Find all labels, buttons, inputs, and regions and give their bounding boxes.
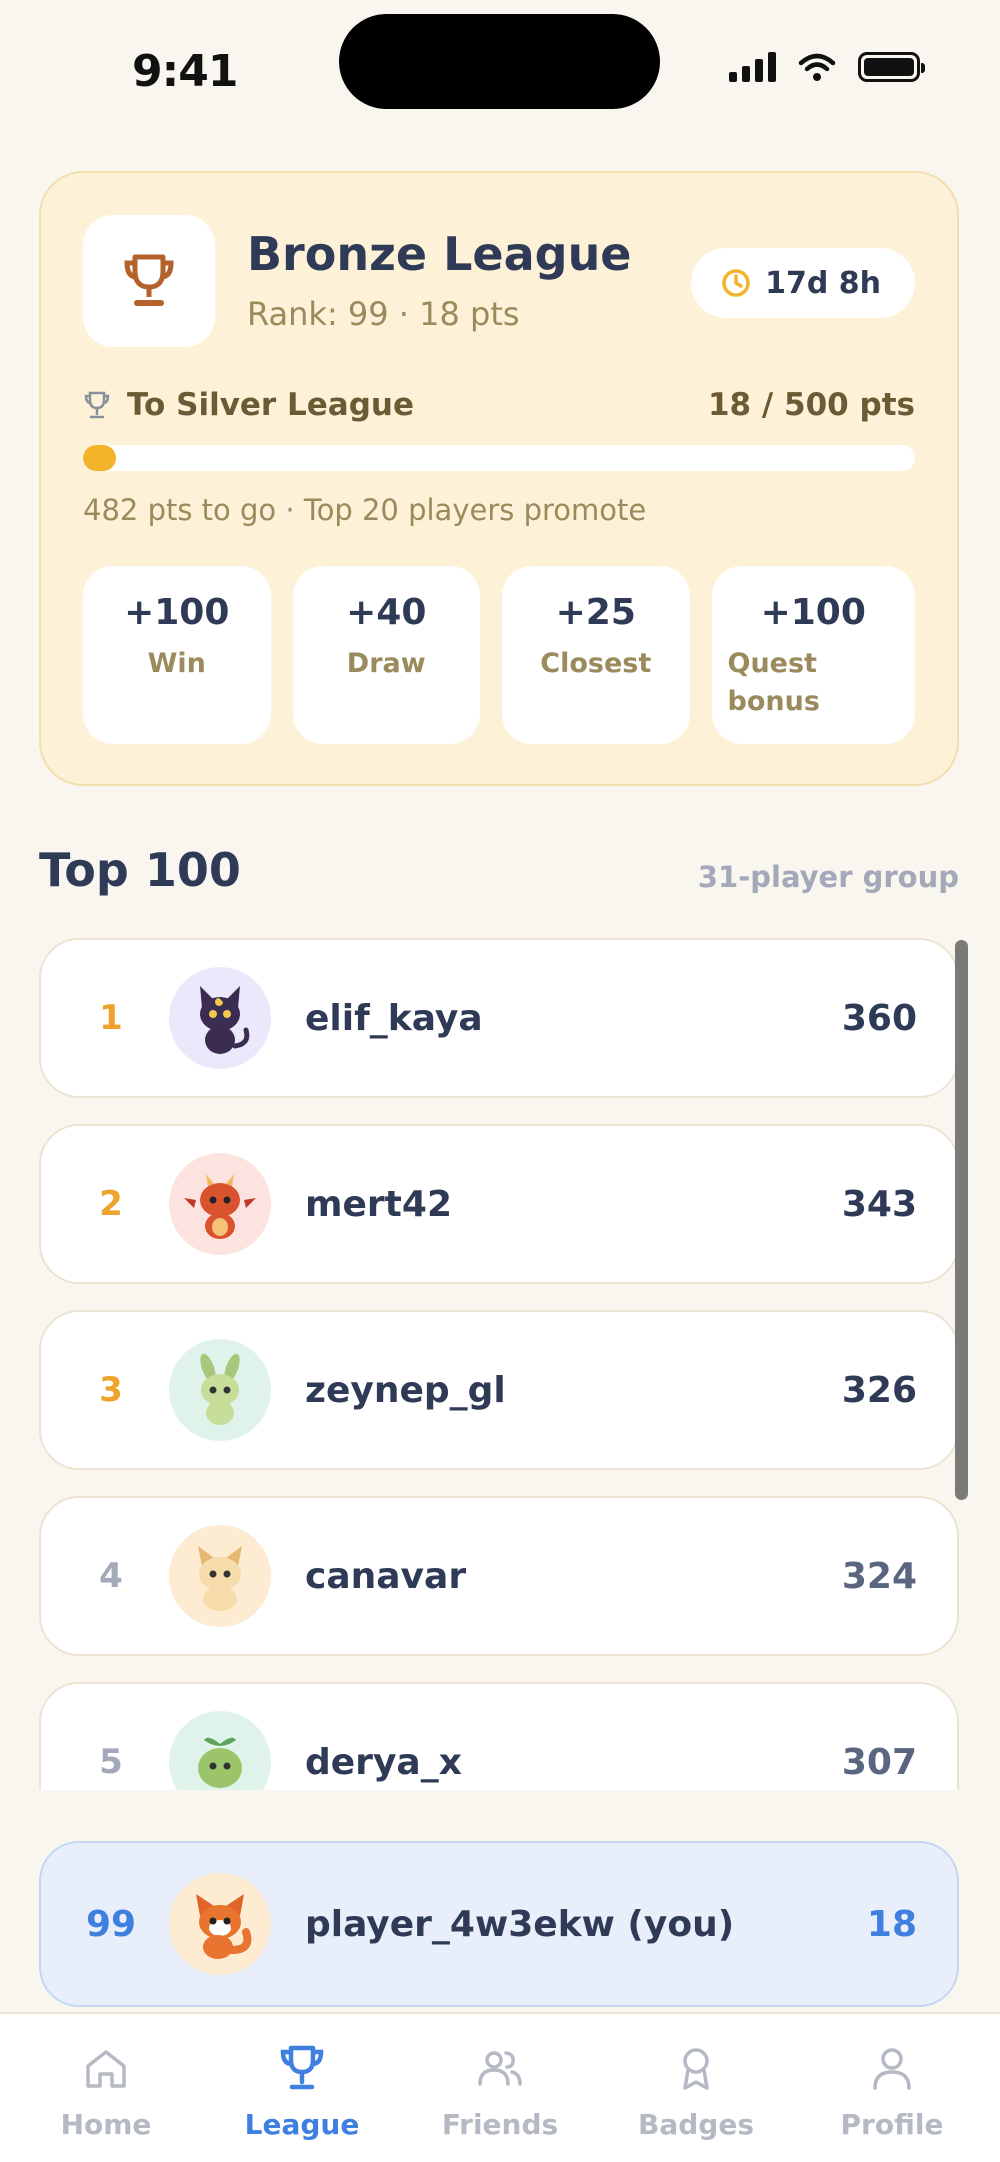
points-value: +25 [555, 592, 636, 633]
row-username: mert42 [305, 1183, 452, 1225]
tab-label: League [244, 2108, 360, 2141]
red-fox-avatar [169, 1873, 271, 1975]
leaderboard-row[interactable]: 2 mert42 343 [39, 1124, 959, 1284]
leaderboard-group-info: 31-player group [697, 860, 959, 894]
row-rank: 4 [99, 1556, 123, 1596]
points-value: +40 [346, 592, 427, 633]
row-score: 360 [841, 997, 917, 1039]
points-value: +100 [760, 592, 866, 633]
home-icon [86, 2050, 126, 2088]
battery-icon [858, 52, 925, 82]
red-dragon-avatar [169, 1153, 271, 1255]
tab-league[interactable]: League [202, 2014, 402, 2162]
tab-badges[interactable]: Badges [596, 2014, 796, 2162]
points-label: Quest bonus [727, 648, 820, 717]
leaderboard-row[interactable]: 4 canavar 324 [39, 1496, 959, 1656]
row-rank: 3 [99, 1370, 123, 1410]
leaderboard-row[interactable]: 3 zeynep_gl 326 [39, 1310, 959, 1470]
league-trophy-badge [83, 215, 215, 347]
status-bar: 9:41 [0, 0, 1000, 140]
promotion-progress-bar [83, 445, 915, 471]
promotion-note: 482 pts to go · Top 20 players promote [83, 493, 647, 527]
row-score: 307 [841, 1741, 917, 1783]
cream-fox-avatar [169, 1525, 271, 1627]
row-username: elif_kaya [305, 997, 483, 1039]
profile-icon [873, 2048, 911, 2090]
tab-friends[interactable]: Friends [400, 2014, 600, 2162]
points-quest-card: +100 Quest bonus [711, 566, 915, 744]
small-trophy-icon [84, 391, 110, 419]
promotion-target-label: To Silver League [127, 387, 414, 423]
points-label: Closest [540, 648, 652, 679]
status-time: 9:41 [132, 46, 238, 97]
points-draw-card: +40 Draw [292, 566, 480, 744]
leaderboard-row[interactable]: 5 derya_x 307 [39, 1682, 959, 1790]
row-rank: 1 [99, 998, 123, 1038]
points-label: Draw [346, 648, 426, 679]
points-rules: +100 Win +40 Draw +25 Closest +100 Quest… [83, 566, 915, 744]
clock-icon [722, 269, 750, 297]
points-closest-card: +25 Closest [502, 566, 690, 744]
row-username: zeynep_gl [305, 1369, 506, 1411]
league-card: Bronze League Rank: 99 · 18 pts 17d 8h T… [39, 171, 959, 786]
promotion-progress-value: 18 / 500 pts [707, 387, 915, 423]
points-label: Win [147, 648, 206, 679]
row-rank: 2 [99, 1184, 123, 1224]
current-user-row[interactable]: 99 player_4w3ekw (you) 18 [39, 1841, 959, 2007]
league-rank-summary: Rank: 99 · 18 pts [247, 295, 520, 333]
trophy-icon [280, 2045, 324, 2090]
tab-label: Profile [840, 2108, 944, 2141]
row-rank: 5 [99, 1742, 123, 1782]
row-score: 343 [841, 1183, 917, 1225]
row-username: derya_x [305, 1741, 462, 1783]
badge-icon [683, 2048, 709, 2090]
black-cat-avatar [169, 967, 271, 1069]
league-timer-text: 17d 8h [765, 265, 881, 301]
league-title: Bronze League [247, 227, 632, 281]
row-score: 326 [841, 1369, 917, 1411]
trophy-icon [124, 254, 174, 306]
tab-label: Badges [638, 2108, 754, 2141]
signal-icon [729, 52, 776, 82]
status-icons [729, 52, 925, 82]
tab-label: Friends [441, 2108, 559, 2141]
promotion-progress-fill [83, 445, 117, 471]
current-user-name: player_4w3ekw (you) [305, 1903, 735, 1945]
green-bunny-avatar [169, 1339, 271, 1441]
leaderboard-row[interactable]: 1 elif_kaya 360 [39, 938, 959, 1098]
leaderboard-title: Top 100 [39, 843, 241, 897]
row-score: 324 [841, 1555, 917, 1597]
row-username: canavar [305, 1555, 467, 1597]
tab-home[interactable]: Home [6, 2014, 206, 2162]
dynamic-island [339, 14, 660, 109]
sprout-blob-avatar [169, 1711, 271, 1790]
league-timer: 17d 8h [691, 248, 915, 318]
bottom-tab-bar: Home League Friends Badges Profile [0, 2012, 1000, 2162]
friends-icon [478, 2051, 522, 2086]
wifi-icon [798, 53, 836, 81]
current-user-rank: 99 [85, 1903, 137, 1945]
points-value: +100 [124, 592, 230, 633]
current-user-score: 18 [866, 1903, 917, 1945]
promotion-progress-header: To Silver League 18 / 500 pts [83, 383, 915, 427]
tab-profile[interactable]: Profile [792, 2014, 992, 2162]
tab-label: Home [60, 2108, 152, 2141]
points-win-card: +100 Win [83, 566, 271, 744]
list-scrollbar[interactable] [955, 940, 968, 1500]
leaderboard-list[interactable]: 1 elif_kaya 360 2 mert42 343 3 zeynep_gl… [0, 930, 1000, 1790]
